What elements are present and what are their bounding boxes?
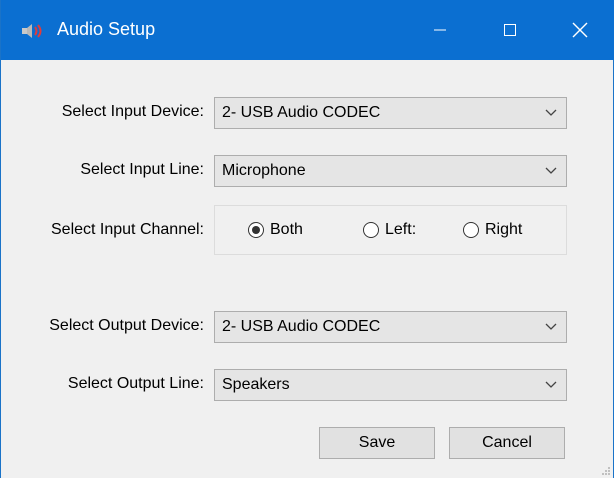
output-device-label: Select Output Device: <box>49 317 204 334</box>
radio-left-label: Left: <box>385 221 417 238</box>
chevron-down-icon <box>545 381 557 388</box>
radio-right-label: Right <box>485 221 523 238</box>
input-device-select[interactable]: 2- USB Audio CODEC <box>214 97 567 129</box>
chevron-down-icon <box>545 109 557 116</box>
input-device-value: 2- USB Audio CODEC <box>222 104 381 121</box>
chevron-down-icon <box>545 323 557 330</box>
radio-left[interactable]: Left: <box>363 219 416 241</box>
chevron-down-icon <box>545 167 557 174</box>
radio-left-indicator[interactable] <box>363 222 379 238</box>
radio-both-indicator[interactable] <box>248 222 264 238</box>
output-line-select[interactable]: Speakers <box>214 369 567 401</box>
speaker-icon <box>22 24 42 38</box>
cancel-button[interactable]: Cancel <box>449 427 565 459</box>
input-line-select[interactable]: Microphone <box>214 155 567 187</box>
input-channel-group: Both Left: Right <box>214 205 567 255</box>
input-line-value: Microphone <box>222 162 306 179</box>
output-device-value: 2- USB Audio CODEC <box>222 318 381 335</box>
maximize-icon <box>504 24 516 36</box>
minimize-button[interactable] <box>405 0 475 60</box>
radio-both[interactable]: Both <box>248 219 303 241</box>
resize-grip-icon[interactable] <box>599 464 611 476</box>
window-title: Audio Setup <box>57 19 156 39</box>
output-device-select[interactable]: 2- USB Audio CODEC <box>214 311 567 343</box>
close-button[interactable] <box>545 0 614 60</box>
input-line-label: Select Input Line: <box>80 161 204 178</box>
maximize-button[interactable] <box>475 0 545 60</box>
output-line-label: Select Output Line: <box>67 375 204 392</box>
close-icon <box>572 22 588 38</box>
input-channel-label: Select Input Channel: <box>51 221 204 238</box>
title-bar[interactable]: Audio Setup <box>1 0 614 60</box>
input-device-label: Select Input Device: <box>61 103 204 120</box>
save-button[interactable]: Save <box>319 427 435 459</box>
radio-both-label: Both <box>270 221 303 238</box>
audio-setup-window: Audio Setup Select Input Device: 2- USB … <box>0 0 614 478</box>
output-line-value: Speakers <box>222 376 290 393</box>
radio-right[interactable]: Right <box>463 219 522 241</box>
minimize-icon <box>434 29 446 31</box>
radio-right-indicator[interactable] <box>463 222 479 238</box>
